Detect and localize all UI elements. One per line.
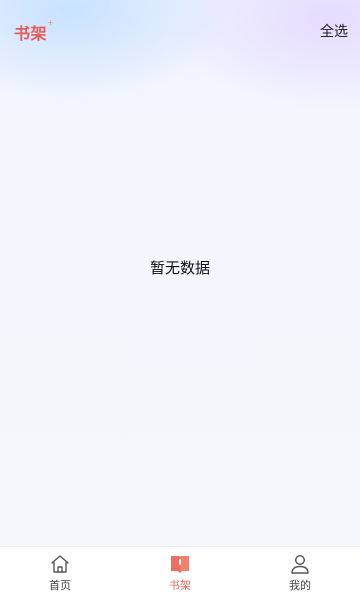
tab-mine-label: 我的 <box>289 579 311 592</box>
tab-bookshelf[interactable]: 书架 <box>120 547 240 600</box>
empty-state-text: 暂无数据 <box>149 259 210 277</box>
select-all-button[interactable]: 全选 <box>320 21 348 41</box>
tab-mine[interactable]: 我的 <box>240 547 360 600</box>
user-icon <box>289 554 311 574</box>
tab-bar: 首页 书架 我的 <box>0 546 360 600</box>
header: 书架 + 全选 <box>0 0 360 62</box>
screen: 书架 + 全选 暂无数据 首页 书架 我的 <box>0 0 360 600</box>
tab-home[interactable]: 首页 <box>0 547 120 600</box>
page-title: 书架 <box>14 24 48 43</box>
sparkle-icon: + <box>47 18 54 27</box>
home-icon <box>49 554 71 574</box>
tab-bookshelf-label: 书架 <box>169 579 191 592</box>
bookshelf-icon <box>169 554 191 574</box>
tab-home-label: 首页 <box>49 579 71 592</box>
